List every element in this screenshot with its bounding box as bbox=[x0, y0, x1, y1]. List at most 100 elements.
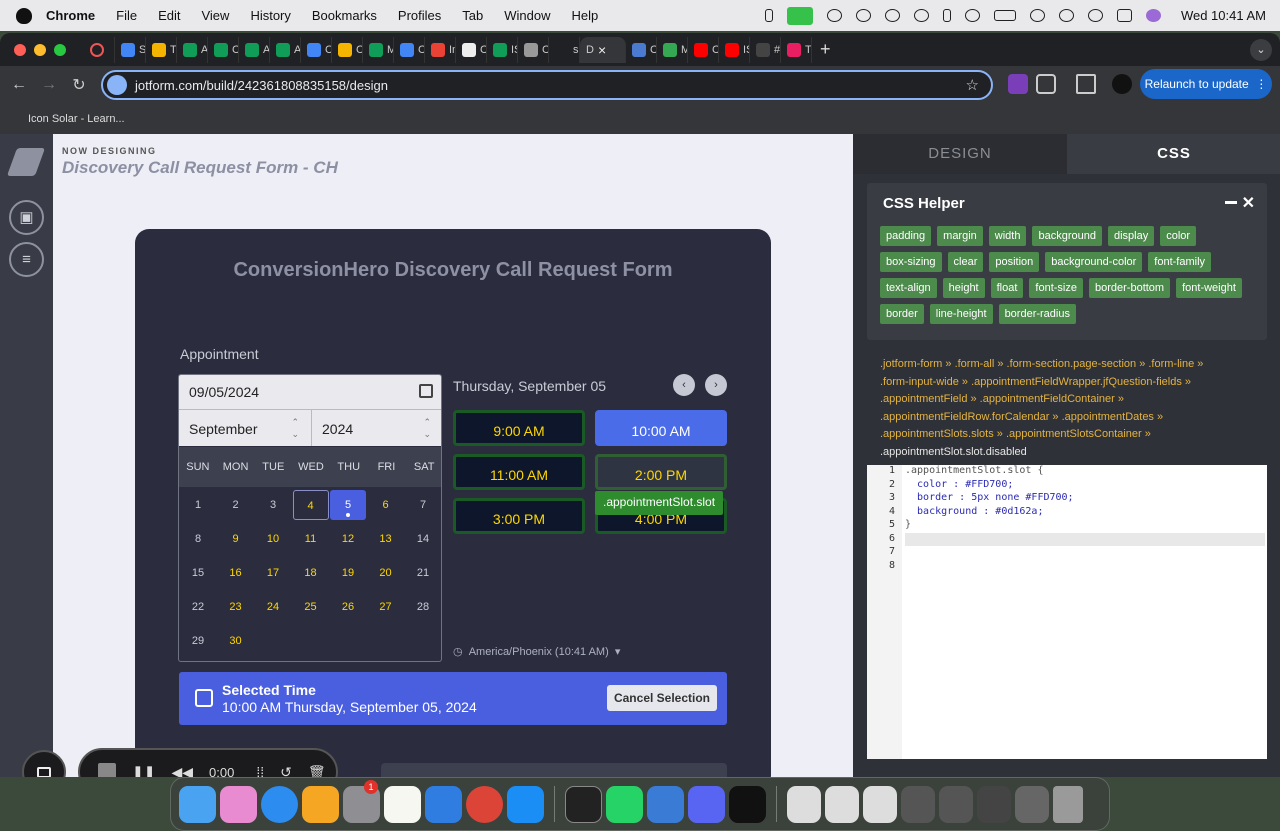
css-chip[interactable]: border bbox=[880, 304, 924, 324]
tab-recorder[interactable] bbox=[84, 36, 115, 63]
year-stepper-icon[interactable]: ⌃ ⌄ bbox=[423, 416, 431, 440]
css-chip[interactable]: font-size bbox=[1029, 278, 1083, 298]
tab-l11[interactable]: C bbox=[456, 36, 487, 63]
tab-l2[interactable]: Ac bbox=[177, 36, 208, 63]
code-line[interactable]: border : 5px none #FFD700; bbox=[905, 492, 1265, 506]
next-field[interactable] bbox=[381, 763, 727, 777]
capcut-icon[interactable] bbox=[729, 785, 766, 823]
appointment-label[interactable]: Appointment bbox=[180, 346, 259, 362]
menu-file[interactable]: File bbox=[116, 8, 137, 23]
save-icon[interactable]: ▣ bbox=[9, 200, 44, 235]
time-slot[interactable]: 3:00 PM bbox=[453, 498, 585, 534]
window-thumbnail[interactable] bbox=[939, 785, 973, 823]
code-line[interactable]: } bbox=[905, 519, 1265, 533]
menu-edit[interactable]: Edit bbox=[158, 8, 180, 23]
tab-l4[interactable]: A bbox=[239, 36, 270, 63]
css-chip[interactable]: display bbox=[1107, 226, 1155, 246]
css-chip[interactable]: box-sizing bbox=[880, 252, 942, 272]
code-line[interactable]: .appointmentSlot.slot { bbox=[905, 465, 1265, 479]
css-chip[interactable]: float bbox=[990, 278, 1024, 298]
site-info-icon[interactable] bbox=[107, 75, 127, 95]
tab-l8[interactable]: M bbox=[363, 36, 394, 63]
safari-icon[interactable] bbox=[261, 785, 298, 823]
css-editor[interactable]: 1 2 3 4 5 6 7 8 .appointmentSlot.slot { color :… bbox=[867, 465, 1267, 759]
css-chip[interactable]: padding bbox=[880, 226, 932, 246]
url-text[interactable]: jotform.com/build/242361808835158/design bbox=[135, 78, 388, 93]
photos-icon[interactable] bbox=[302, 785, 339, 823]
calendar-day[interactable]: 23 bbox=[218, 592, 254, 622]
css-chip[interactable]: position bbox=[989, 252, 1040, 272]
terminal-icon[interactable] bbox=[565, 785, 602, 823]
calendar-day[interactable]: 30 bbox=[218, 626, 254, 656]
minimize-icon[interactable] bbox=[1225, 201, 1237, 204]
menu-icon[interactable]: ≡ bbox=[9, 242, 44, 277]
rewind-icon[interactable]: ◀◀ bbox=[171, 764, 193, 778]
close-tab-icon[interactable]: × bbox=[598, 42, 606, 58]
breadcrumb-line[interactable]: .jotform-form » .form-all » .form-sectio… bbox=[880, 356, 1240, 374]
jotform-logo-icon[interactable] bbox=[6, 148, 46, 176]
window-thumbnail[interactable] bbox=[977, 785, 1011, 823]
window-thumbnail[interactable] bbox=[863, 785, 897, 823]
menu-app[interactable]: Chrome bbox=[46, 8, 95, 23]
css-chip[interactable]: clear bbox=[947, 252, 984, 272]
tab-design[interactable]: DESIGN bbox=[853, 134, 1067, 174]
menu-bookmarks[interactable]: Bookmarks bbox=[312, 8, 377, 23]
calendar-day[interactable]: 18 bbox=[293, 558, 329, 588]
grid-icon[interactable]: ⁞⁞ bbox=[256, 764, 264, 777]
window-thumbnail[interactable] bbox=[1015, 785, 1049, 823]
vpn-app-icon[interactable] bbox=[647, 785, 684, 823]
code-line[interactable] bbox=[905, 532, 1265, 546]
menu-view[interactable]: View bbox=[201, 8, 229, 23]
css-chip[interactable]: font-weight bbox=[1176, 278, 1242, 298]
calendar-day[interactable]: 19 bbox=[330, 558, 366, 588]
tab-l14[interactable]: sc bbox=[549, 36, 580, 63]
bookmark-star-icon[interactable]: ☆ bbox=[966, 76, 979, 94]
restart-icon[interactable]: ↺ bbox=[280, 764, 292, 778]
facetime-icon[interactable] bbox=[786, 6, 813, 25]
tab-css[interactable]: CSS bbox=[1067, 134, 1280, 174]
calendar-day[interactable]: 6 bbox=[368, 490, 404, 520]
css-chip[interactable]: text-align bbox=[880, 278, 937, 298]
search-icon[interactable] bbox=[1087, 9, 1103, 22]
stop-icon[interactable] bbox=[98, 763, 116, 777]
finder-icon[interactable] bbox=[179, 785, 216, 823]
menu-tab[interactable]: Tab bbox=[462, 8, 483, 23]
bluetooth-icon[interactable] bbox=[942, 9, 951, 22]
code-line[interactable] bbox=[905, 546, 1265, 560]
tab-l13[interactable]: C bbox=[518, 36, 549, 63]
clock[interactable]: Wed 10:41 AM bbox=[1181, 8, 1266, 23]
time-slot[interactable]: 9:00 AM bbox=[453, 410, 585, 446]
css-chip[interactable]: width bbox=[988, 226, 1027, 246]
discord-icon[interactable] bbox=[688, 785, 725, 823]
calendar-day[interactable]: 11 bbox=[293, 524, 329, 554]
speed-icon[interactable] bbox=[855, 9, 871, 22]
menu-window[interactable]: Window bbox=[504, 8, 550, 23]
tab-l6[interactable]: C bbox=[301, 36, 332, 63]
app-store-icon[interactable] bbox=[507, 785, 544, 823]
tab-l3[interactable]: Cl bbox=[208, 36, 239, 63]
apple-icon[interactable] bbox=[16, 7, 32, 24]
play-icon[interactable] bbox=[1058, 9, 1074, 22]
timezone-select[interactable]: ◷ America/Phoenix (10:41 AM) ▾ bbox=[453, 645, 620, 658]
extension-icon[interactable] bbox=[1008, 74, 1028, 94]
tab-l9[interactable]: Cl bbox=[394, 36, 425, 63]
wifi-icon[interactable] bbox=[1029, 9, 1045, 22]
calendar-day[interactable]: 27 bbox=[368, 592, 404, 622]
pause-icon[interactable]: ❚❚ bbox=[132, 764, 155, 778]
code-line[interactable] bbox=[905, 560, 1265, 574]
minimize-window-button[interactable] bbox=[34, 43, 46, 56]
calendar-day[interactable]: 10 bbox=[255, 524, 291, 554]
css-chip[interactable]: background bbox=[1032, 226, 1102, 246]
window-thumbnail[interactable] bbox=[825, 785, 859, 823]
css-chip[interactable]: height bbox=[942, 278, 985, 298]
css-chip[interactable]: line-height bbox=[929, 304, 993, 324]
window-thumbnail[interactable] bbox=[901, 785, 935, 823]
tab-l5[interactable]: A bbox=[270, 36, 301, 63]
tab-l0[interactable]: St bbox=[115, 36, 146, 63]
time-slot[interactable]: 2:00 PM bbox=[595, 454, 727, 490]
forward-icon[interactable]: → bbox=[34, 76, 64, 94]
calendar-day[interactable]: 13 bbox=[368, 524, 404, 554]
tab-active-jotform[interactable]: D × bbox=[580, 36, 626, 63]
cancel-selection-button[interactable]: Cancel Selection bbox=[607, 685, 717, 711]
trash-bin-icon[interactable] bbox=[1053, 785, 1083, 823]
